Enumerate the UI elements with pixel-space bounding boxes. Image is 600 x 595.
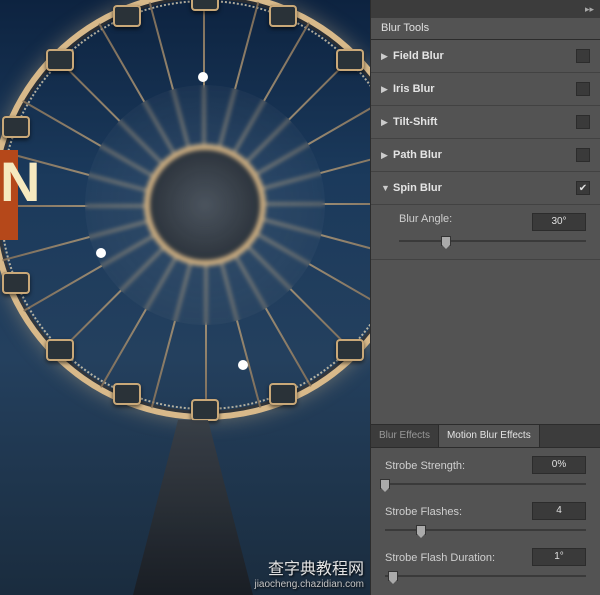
tool-row-tilt-shift[interactable]: ▶Tilt-Shift [371, 106, 600, 139]
tool-row-path-blur[interactable]: ▶Path Blur [371, 139, 600, 172]
chevron-right-icon: ▶ [381, 117, 393, 128]
tab-blur-effects[interactable]: Blur Effects [371, 425, 439, 447]
slider-track [399, 240, 586, 242]
tool-checkbox[interactable] [576, 82, 590, 96]
gondola [113, 5, 141, 27]
tool-row-spin-blur[interactable]: ▼Spin Blur [371, 172, 600, 205]
watermark-url: jiaocheng.chazidian.com [254, 579, 364, 591]
tool-label: Iris Blur [393, 83, 576, 95]
chevron-down-icon: ▼ [381, 183, 393, 193]
strobe-flash-duration-row: Strobe Flash Duration: 1° [371, 540, 600, 586]
blur-tools-panel: ▸▸ Blur Tools ▶Field Blur▶Iris Blur▶Tilt… [370, 0, 600, 595]
strobe-flash-duration-value[interactable]: 1° [532, 548, 586, 566]
chevron-right-icon: ▶ [381, 150, 393, 161]
strobe-strength-value[interactable]: 0% [532, 456, 586, 474]
slider-track [385, 529, 586, 531]
gondola [191, 0, 219, 11]
watermark-title: 查字典教程网 [254, 560, 364, 579]
blur-handle-bottom[interactable] [238, 360, 248, 370]
gondola [46, 339, 74, 361]
strobe-strength-row: Strobe Strength: 0% [371, 448, 600, 494]
spin-blur-overlay[interactable] [85, 85, 325, 325]
gondola [336, 339, 364, 361]
canvas[interactable]: N 查字典教程网 jiaocheng.chazidian.com [0, 0, 370, 595]
blur-handle-left[interactable] [96, 248, 106, 258]
tool-label: Path Blur [393, 149, 576, 161]
tool-row-field-blur[interactable]: ▶Field Blur [371, 40, 600, 73]
effects-tab-bar: Blur Effects Motion Blur Effects [371, 424, 600, 448]
strobe-flashes-slider[interactable] [385, 524, 586, 536]
slider-thumb[interactable] [380, 479, 390, 489]
chevron-right-icon: ▶ [381, 51, 393, 62]
blur-angle-slider[interactable] [399, 235, 586, 247]
gondola [336, 49, 364, 71]
tab-motion-blur-effects[interactable]: Motion Blur Effects [439, 425, 540, 447]
neon-sign: N [0, 150, 18, 240]
gondola [2, 116, 30, 138]
gondola [269, 383, 297, 405]
panel-title-tab[interactable]: Blur Tools [371, 18, 600, 40]
strobe-flash-duration-slider[interactable] [385, 570, 586, 582]
tool-checkbox[interactable] [576, 115, 590, 129]
slider-thumb[interactable] [388, 571, 398, 581]
strobe-strength-slider[interactable] [385, 478, 586, 490]
panel-title: Blur Tools [371, 18, 439, 39]
slider-track [385, 575, 586, 577]
strobe-flashes-value[interactable]: 4 [532, 502, 586, 520]
chevron-right-icon: ▶ [381, 84, 393, 95]
slider-thumb[interactable] [416, 525, 426, 535]
support-tower [118, 420, 268, 595]
panel-collapse-icon[interactable]: ▸▸ [585, 4, 594, 15]
gondola [46, 49, 74, 71]
ferris-wheel [0, 0, 370, 420]
blur-handle-top[interactable] [198, 72, 208, 82]
tool-row-iris-blur[interactable]: ▶Iris Blur [371, 73, 600, 106]
tool-label: Spin Blur [393, 182, 576, 194]
tool-checkbox[interactable] [576, 148, 590, 162]
blur-angle-value[interactable]: 30° [532, 213, 586, 231]
gondola [113, 383, 141, 405]
strobe-flashes-row: Strobe Flashes: 4 [371, 494, 600, 540]
tool-checkbox[interactable] [576, 181, 590, 195]
tool-label: Tilt-Shift [393, 116, 576, 128]
blur-angle-label: Blur Angle: [399, 213, 452, 225]
slider-thumb[interactable] [441, 236, 451, 246]
tool-checkbox[interactable] [576, 49, 590, 63]
slider-track [385, 483, 586, 485]
gondola [269, 5, 297, 27]
gondola [2, 272, 30, 294]
spin-blur-options: Blur Angle: 30° [371, 205, 600, 260]
gondola [191, 399, 219, 421]
panel-spacer [371, 260, 600, 424]
watermark: 查字典教程网 jiaocheng.chazidian.com [254, 560, 364, 591]
panel-header-bar: ▸▸ [371, 0, 600, 18]
tool-label: Field Blur [393, 50, 576, 62]
